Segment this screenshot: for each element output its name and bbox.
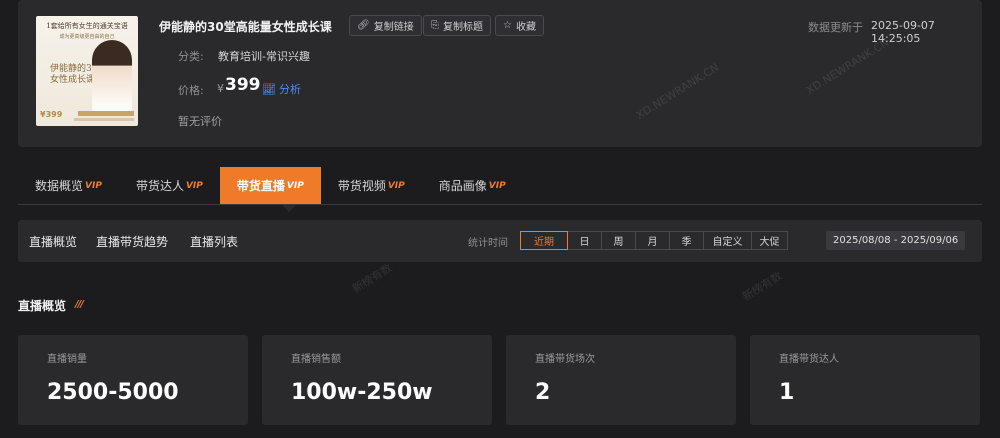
sub-navigation: 直播概览 直播带货趋势 直播列表 统计时间 近期 日 周 月 季 自定义 大促 … bbox=[18, 220, 982, 262]
stat-time-label: 统计时间 bbox=[468, 238, 508, 249]
thumbnail-line2: 成为更高级更自由的自己 bbox=[59, 34, 115, 40]
thumbnail-person-image bbox=[92, 40, 132, 112]
metric-label: 直播销售额 bbox=[291, 354, 341, 365]
copy-link-button[interactable]: 🔗︎ 复制链接 bbox=[349, 15, 422, 36]
review-status: 暂无评价 bbox=[178, 115, 222, 128]
metric-card-live-sales-amount: 直播销售额 100w-250w bbox=[262, 335, 492, 425]
tab-label: 数据概览 bbox=[35, 179, 84, 193]
metric-value: 100w-250w bbox=[291, 380, 433, 405]
tab-label: 带货达人 bbox=[135, 179, 184, 193]
tab-influencers[interactable]: 带货达人 VIP bbox=[119, 167, 220, 204]
period-month-button[interactable]: 月 bbox=[636, 231, 670, 250]
thumbnail-banner bbox=[78, 111, 134, 116]
product-price: 399 bbox=[225, 75, 261, 95]
product-title: 伊能静的30堂高能量女性成长课 bbox=[159, 20, 332, 34]
active-tab-caret bbox=[282, 205, 296, 212]
vip-badge: VIP bbox=[286, 180, 304, 191]
tab-videos[interactable]: 带货视频 VIP bbox=[321, 167, 422, 204]
metric-card-live-sales-volume: 直播销量 2500-5000 bbox=[18, 335, 248, 425]
tab-data-overview[interactable]: 数据概览 VIP bbox=[18, 167, 119, 204]
thumbnail-banner-secondary bbox=[74, 118, 134, 121]
copy-title-button[interactable]: ⎘ 复制标题 bbox=[423, 15, 491, 36]
metric-label: 直播销量 bbox=[47, 354, 87, 365]
tab-label: 商品画像 bbox=[438, 179, 487, 193]
vip-badge: VIP bbox=[185, 180, 203, 191]
vip-badge: VIP bbox=[85, 180, 102, 191]
product-card: 1套给所有女生的通关宝语 成为更高级更自由的自己 伊能静的30堂 女性成长课 ¥… bbox=[18, 0, 982, 147]
tab-label: 带货视频 bbox=[337, 179, 386, 193]
favorite-label: 收藏 bbox=[515, 22, 536, 33]
metric-value: 1 bbox=[779, 380, 795, 405]
currency-symbol: ¥ bbox=[217, 82, 224, 95]
price-label: 价格: bbox=[178, 84, 204, 97]
metric-value: 2 bbox=[535, 380, 551, 405]
metric-card-live-influencers: 直播带货达人 1 bbox=[750, 335, 980, 425]
watermark: 新榜有数 bbox=[740, 269, 785, 304]
copy-title-label: 复制标题 bbox=[443, 22, 483, 33]
tab-label: 带货直播 bbox=[236, 179, 285, 193]
metric-label: 直播带货达人 bbox=[779, 354, 839, 365]
copy-link-label: 复制链接 bbox=[373, 22, 414, 33]
date-range-picker[interactable]: 2025/08/08 - 2025/09/06 bbox=[826, 231, 966, 250]
category-label: 分类: bbox=[178, 50, 204, 63]
thumbnail-line1: 1套给所有女生的通关宝语 bbox=[46, 22, 128, 30]
period-custom-button[interactable]: 自定义 bbox=[704, 231, 752, 250]
link-icon: 🔗︎ bbox=[357, 20, 370, 31]
watermark: 新榜有数 bbox=[350, 261, 395, 296]
update-label: 数据更新于 bbox=[808, 21, 863, 34]
vip-badge: VIP bbox=[387, 180, 405, 191]
main-tabs: 数据概览 VIP 带货达人 VIP 带货直播 VIP 带货视频 VIP 商品画像… bbox=[18, 167, 523, 204]
copy-icon: ⎘ bbox=[431, 20, 439, 31]
thumbnail-price: ¥399 bbox=[40, 110, 63, 119]
update-time: 2025-09-07 14:25:05 bbox=[871, 19, 935, 45]
period-recent-button[interactable]: 近期 bbox=[520, 231, 568, 250]
title-decoration: /// bbox=[75, 299, 84, 310]
tabs-divider bbox=[18, 204, 982, 205]
analysis-label: 分析 bbox=[278, 83, 301, 96]
subnav-live-trend[interactable]: 直播带货趋势 bbox=[96, 233, 168, 250]
metric-label: 直播带货场次 bbox=[535, 354, 595, 365]
tab-product-profile[interactable]: 商品画像 VIP bbox=[422, 167, 523, 204]
period-day-button[interactable]: 日 bbox=[568, 231, 602, 250]
price-analysis-link[interactable]: 📈︎ 分析 bbox=[262, 81, 301, 97]
period-quarter-button[interactable]: 季 bbox=[670, 231, 704, 250]
vip-badge: VIP bbox=[488, 180, 506, 191]
favorite-button[interactable]: ☆ 收藏 bbox=[495, 15, 544, 36]
subnav-live-list[interactable]: 直播列表 bbox=[190, 233, 238, 250]
period-week-button[interactable]: 周 bbox=[602, 231, 636, 250]
period-promotion-button[interactable]: 大促 bbox=[752, 231, 788, 250]
subnav-live-overview[interactable]: 直播概览 bbox=[29, 233, 77, 250]
chart-icon: 📈︎ bbox=[262, 82, 276, 96]
star-icon: ☆ bbox=[503, 20, 512, 31]
tab-live-commerce[interactable]: 带货直播 VIP bbox=[219, 167, 321, 204]
metric-card-live-sessions: 直播带货场次 2 bbox=[506, 335, 736, 425]
metric-value: 2500-5000 bbox=[47, 380, 179, 405]
category-value: 教育培训-常识兴趣 bbox=[218, 50, 310, 63]
product-thumbnail[interactable]: 1套给所有女生的通关宝语 成为更高级更自由的自己 伊能静的30堂 女性成长课 ¥… bbox=[36, 16, 138, 126]
section-title: 直播概览 bbox=[18, 299, 67, 313]
period-selector: 近期 日 周 月 季 自定义 大促 bbox=[520, 231, 788, 250]
